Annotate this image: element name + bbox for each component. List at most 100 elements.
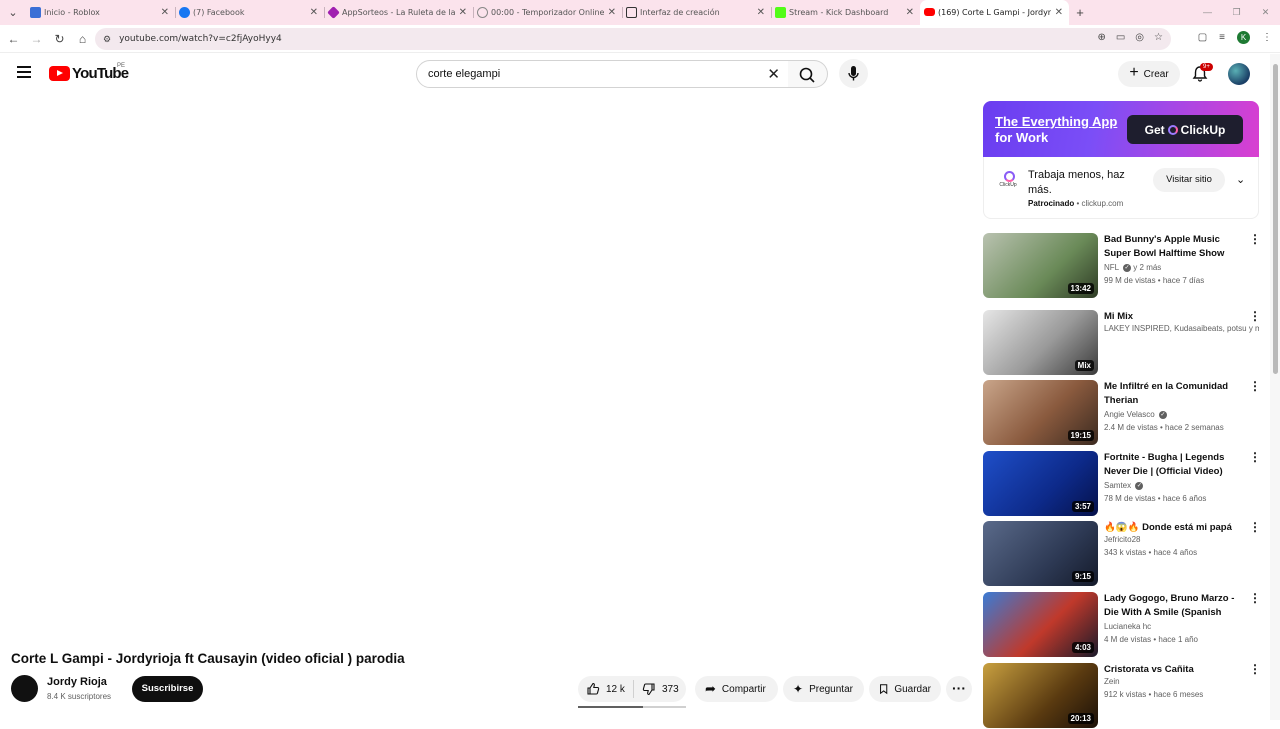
like-button[interactable]: 12 k: [578, 680, 634, 698]
subscribe-button[interactable]: Suscribirse: [132, 676, 203, 702]
video-thumbnail[interactable]: 4:03: [983, 592, 1098, 657]
recommended-video-title[interactable]: Me Infiltré en la Comunidad Therian: [1104, 380, 1244, 407]
tab-search-chevron-icon[interactable]: ⌄: [0, 0, 26, 25]
close-icon[interactable]: ✕: [757, 7, 765, 18]
recommended-channel[interactable]: NFL ✓ y 2 más: [1104, 263, 1259, 272]
browser-tab[interactable]: Inicio - Roblox ✕: [26, 0, 176, 25]
recommended-channel[interactable]: Angie Velasco ✓: [1104, 410, 1259, 419]
media-icon[interactable]: ≡: [1219, 32, 1225, 43]
ask-button[interactable]: ✦ Preguntar: [783, 676, 864, 702]
profile-icon[interactable]: K: [1237, 31, 1250, 44]
advertiser-logo[interactable]: ClickUp: [997, 169, 1019, 191]
recommended-channel[interactable]: Zein: [1104, 677, 1259, 686]
close-icon[interactable]: ✕: [608, 7, 616, 18]
youtube-logo[interactable]: YouTube PE: [49, 63, 129, 82]
close-icon[interactable]: ✕: [161, 7, 169, 18]
cast-icon[interactable]: ▭: [1116, 32, 1125, 43]
video-thumbnail[interactable]: 9:15: [983, 521, 1098, 586]
browser-tab-active[interactable]: (169) Corte L Gampi - Jordyrioja ✕: [920, 0, 1069, 25]
more-vert-icon[interactable]: ⋮: [1249, 233, 1261, 245]
site-info-icon[interactable]: ⚙: [103, 34, 111, 45]
browser-tab[interactable]: 00:00 - Temporizador Online - Cuenta ✕: [473, 0, 623, 25]
eye-off-icon[interactable]: ◎: [1135, 32, 1144, 43]
more-vert-icon[interactable]: ⋮: [1249, 592, 1261, 604]
more-actions-icon[interactable]: ···: [946, 676, 972, 702]
browser-menu-icon[interactable]: ⋮: [1262, 32, 1272, 43]
recommended-video[interactable]: 19:15 Me Infiltré en la Comunidad Therian…: [983, 380, 1261, 446]
url-text[interactable]: youtube.com/watch?v=c2fjAyoHyy4: [119, 34, 282, 44]
verified-icon: ✓: [1135, 481, 1144, 490]
visit-site-button[interactable]: Visitar sitio: [1153, 168, 1225, 192]
extensions-icon[interactable]: ▢: [1198, 32, 1207, 43]
search-button[interactable]: [788, 60, 828, 88]
recommended-video-title[interactable]: Lady Gogogo, Bruno Marzo - Die With A Sm…: [1104, 592, 1244, 620]
recommended-video[interactable]: 9:15 🔥😱🔥 Donde está mi papá Jefricito28 343…: [983, 521, 1261, 587]
more-vert-icon[interactable]: ⋮: [1249, 663, 1261, 675]
recommended-video-title[interactable]: Mi Mix: [1104, 310, 1244, 324]
back-icon[interactable]: ←: [2, 32, 25, 46]
close-icon[interactable]: ✕: [1055, 7, 1063, 18]
video-meta: 343 k vistas • hace 4 años: [1104, 548, 1198, 557]
browser-tab[interactable]: AppSorteos - La Ruleta de la Suerte ✕: [324, 0, 474, 25]
bookmark-star-icon[interactable]: ☆: [1154, 32, 1163, 43]
close-window-icon[interactable]: ✕: [1251, 0, 1280, 25]
recommended-video-title[interactable]: 🔥😱🔥 Donde está mi papá: [1104, 521, 1244, 535]
user-avatar[interactable]: [1228, 63, 1250, 85]
address-bar[interactable]: ⚙ youtube.com/watch?v=c2fjAyoHyy4 ⊕ ▭ ◎ …: [95, 28, 1171, 50]
recommended-channel[interactable]: Samtex ✓: [1104, 481, 1259, 490]
create-button[interactable]: + Crear: [1118, 61, 1180, 87]
recommended-video-title[interactable]: Bad Bunny's Apple Music Super Bowl Halft…: [1104, 233, 1244, 260]
clear-search-icon[interactable]: ✕: [767, 65, 780, 83]
new-tab-icon[interactable]: +: [1069, 5, 1091, 20]
save-button[interactable]: Guardar: [869, 676, 941, 702]
recommended-channel[interactable]: Jefricito28: [1104, 535, 1259, 544]
recommended-channel[interactable]: LAKEY INSPIRED, Kudasaibeats, potsu y má…: [1104, 324, 1259, 333]
close-icon[interactable]: ✕: [459, 7, 467, 18]
close-icon[interactable]: ✕: [906, 7, 914, 18]
search-input[interactable]: corte elegampi ✕: [416, 60, 789, 88]
more-vert-icon[interactable]: ⋮: [1249, 380, 1261, 392]
video-thumbnail[interactable]: 3:57: [983, 451, 1098, 516]
browser-tab[interactable]: (7) Facebook ✕: [175, 0, 325, 25]
facebook-favicon-icon: [179, 7, 190, 18]
channel-name[interactable]: Jordy Rioja: [47, 676, 107, 688]
voice-search-button[interactable]: [839, 59, 868, 88]
share-button[interactable]: ➦ Compartir: [695, 676, 778, 702]
ad-get-clickup-button[interactable]: Get ClickUp: [1127, 115, 1243, 144]
recommended-video-title[interactable]: Cristorata vs Cañita: [1104, 663, 1244, 677]
video-thumbnail[interactable]: 13:42: [983, 233, 1098, 298]
video-thumbnail[interactable]: Mix: [983, 310, 1098, 375]
video-thumbnail[interactable]: 20:13: [983, 663, 1098, 728]
more-vert-icon[interactable]: ⋮: [1249, 451, 1261, 463]
minimize-icon[interactable]: —: [1193, 0, 1222, 25]
zoom-icon[interactable]: ⊕: [1097, 32, 1105, 43]
recommended-video[interactable]: 13:42 Bad Bunny's Apple Music Super Bowl …: [983, 233, 1261, 299]
forward-icon[interactable]: →: [25, 32, 48, 46]
more-vert-icon[interactable]: ⋮: [1249, 310, 1261, 322]
ad-text[interactable]: Trabaja menos, haz más.: [1028, 168, 1138, 198]
chevron-down-icon[interactable]: ⌄: [1236, 173, 1245, 186]
channel-avatar[interactable]: [11, 675, 38, 702]
recommended-channel[interactable]: Lucianeka hc: [1104, 622, 1259, 631]
hamburger-menu-icon[interactable]: [17, 66, 31, 78]
recommended-video[interactable]: Mix Mi Mix LAKEY INSPIRED, Kudasaibeats, p…: [983, 310, 1261, 376]
reload-icon[interactable]: ↻: [48, 32, 71, 46]
browser-tab[interactable]: Interfaz de creación ✕: [622, 0, 772, 25]
scrollbar-thumb[interactable]: [1273, 64, 1278, 374]
home-icon[interactable]: ⌂: [71, 32, 94, 46]
maximize-icon[interactable]: ❐: [1222, 0, 1251, 25]
ad-banner[interactable]: The Everything App for Work Get ClickUp: [983, 101, 1259, 157]
recommended-video[interactable]: 4:03 Lady Gogogo, Bruno Marzo - Die With …: [983, 592, 1261, 658]
like-ratio-fill: [578, 706, 643, 708]
recommended-video[interactable]: 20:13 Cristorata vs Cañita Zein 912 k vista…: [983, 663, 1261, 729]
page-scrollbar[interactable]: [1270, 54, 1280, 720]
recommended-video[interactable]: 3:57 Fortnite - Bugha | Legends Never Die…: [983, 451, 1261, 517]
dislike-button[interactable]: 373: [634, 682, 679, 696]
creation-favicon-icon: [626, 7, 637, 18]
video-thumbnail[interactable]: 19:15: [983, 380, 1098, 445]
recommended-video-title[interactable]: Fortnite - Bugha | Legends Never Die | (…: [1104, 451, 1244, 478]
browser-tab[interactable]: Stream - Kick Dashboard ✕: [771, 0, 920, 25]
more-vert-icon[interactable]: ⋮: [1249, 521, 1261, 533]
video-player[interactable]: [11, 104, 963, 640]
close-icon[interactable]: ✕: [310, 7, 318, 18]
